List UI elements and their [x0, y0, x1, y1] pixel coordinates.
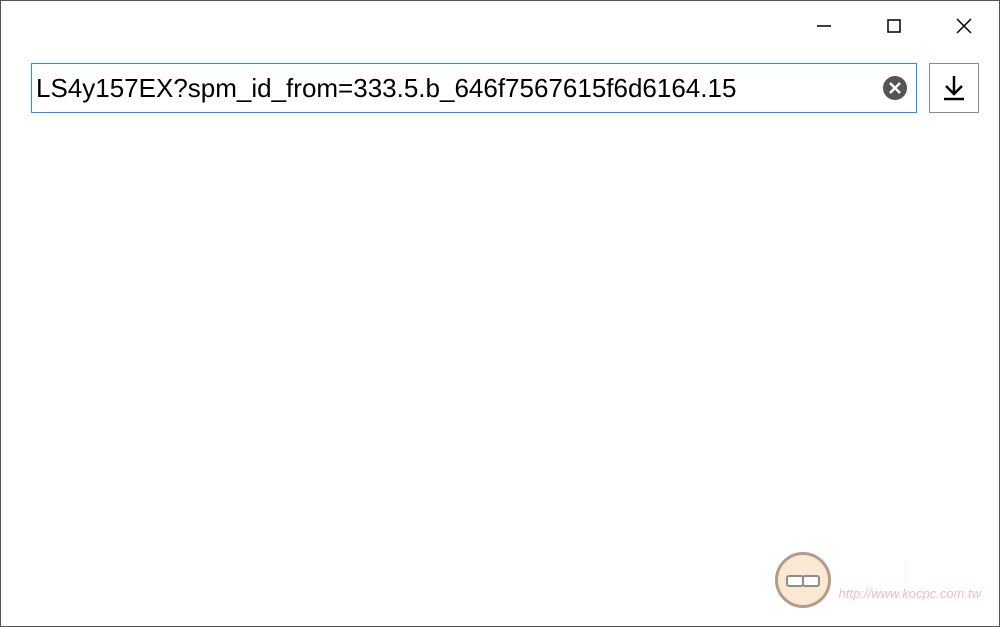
close-button[interactable]	[929, 1, 999, 51]
watermark-text: 電腦王阿達 http://www.kocpc.com.tw	[839, 559, 981, 602]
titlebar	[1, 1, 999, 51]
maximize-button[interactable]	[859, 1, 929, 51]
watermark-title: 電腦王阿達	[839, 559, 981, 588]
download-icon	[939, 73, 969, 103]
watermark: 電腦王阿達 http://www.kocpc.com.tw	[775, 552, 981, 608]
minimize-icon	[815, 17, 833, 35]
download-button[interactable]	[929, 63, 979, 113]
clear-input-button[interactable]	[882, 75, 908, 101]
app-window: 電腦王阿達 http://www.kocpc.com.tw	[0, 0, 1000, 627]
watermark-avatar-icon	[775, 552, 831, 608]
watermark-subtitle: http://www.kocpc.com.tw	[839, 587, 981, 601]
url-field-wrap	[31, 63, 917, 113]
clear-icon	[882, 75, 908, 101]
minimize-button[interactable]	[789, 1, 859, 51]
close-icon	[954, 16, 974, 36]
maximize-icon	[885, 17, 903, 35]
toolbar	[1, 51, 999, 125]
url-input[interactable]	[32, 64, 882, 112]
